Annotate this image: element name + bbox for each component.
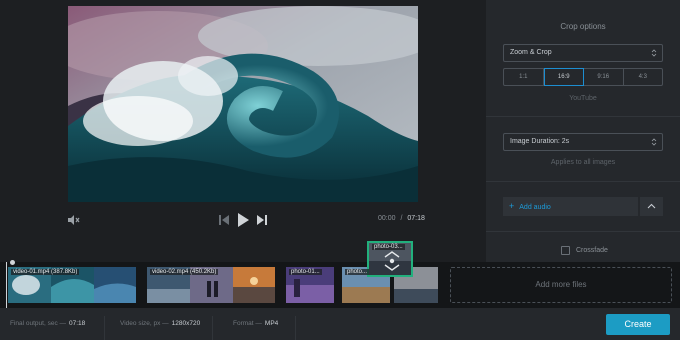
footer-bar: Final output, sec —07:18 Video size, px …: [0, 308, 680, 340]
ratio-4-3[interactable]: 4:3: [624, 69, 663, 85]
time-separator: /: [400, 215, 403, 222]
timeline-clip[interactable]: photo-01...: [286, 267, 334, 303]
video-size-stat: Video size, px —1280x720: [120, 320, 200, 327]
audio-row: + Add audio: [503, 197, 663, 216]
crop-options-panel: Crop options Zoom & Crop 1:1 16:9 9:16 4…: [486, 0, 680, 262]
timeline: video-01.mp4 (387.8Kb) video-02.mp4 (450…: [0, 260, 680, 308]
video-size-value: 1280x720: [171, 320, 201, 327]
ratio-9-16[interactable]: 9:16: [584, 69, 624, 85]
clip-label: photo...: [345, 269, 370, 275]
plus-icon: +: [509, 201, 515, 211]
image-duration-select[interactable]: Image Duration: 2s: [503, 133, 663, 151]
player-controls: 00:00 / 07:18: [0, 208, 486, 232]
panel-divider: [486, 116, 680, 117]
play-icon[interactable]: [236, 211, 250, 229]
add-audio-label: Add audio: [519, 204, 551, 211]
create-button[interactable]: Create: [606, 314, 670, 335]
timeline-clip[interactable]: video-02.mp4 (450.2Kb): [147, 267, 275, 303]
timeline-clip[interactable]: video-01.mp4 (387.8Kb): [8, 267, 136, 303]
format-label: Format —: [233, 320, 262, 327]
format-value: MP4: [264, 320, 279, 327]
final-output-stat: Final output, sec —07:18: [10, 320, 85, 327]
ratio-1-1[interactable]: 1:1: [504, 69, 544, 85]
image-duration-value: Image Duration: 2s: [510, 138, 570, 145]
clip-label: photo-01...: [289, 269, 322, 275]
dragged-clip[interactable]: photo-03...: [367, 241, 413, 277]
current-time: 00:00: [378, 215, 396, 222]
format-stat: Format — MP4: [233, 320, 278, 327]
audio-collapse-button[interactable]: [640, 197, 663, 216]
playhead-handle[interactable]: [10, 260, 15, 265]
preview-area: 00:00 / 07:18: [0, 0, 486, 262]
clip-label: video-01.mp4 (387.8Kb): [11, 269, 80, 275]
footer-divider: [104, 316, 105, 340]
playhead[interactable]: [6, 260, 15, 308]
select-caret-icon: [651, 49, 657, 57]
video-maker-app: 00:00 / 07:18 Crop options Zoom & Crop 1…: [0, 0, 680, 340]
crossfade-option[interactable]: Crossfade: [561, 245, 608, 255]
panel-divider: [486, 181, 680, 182]
aspect-ratio-group: 1:1 16:9 9:16 4:3: [503, 68, 663, 86]
video-size-label: Video size, px —: [120, 320, 169, 327]
panel-divider: [486, 231, 680, 232]
wave-preview-image: [68, 6, 418, 202]
final-output-label: Final output, sec —: [10, 320, 66, 327]
mute-icon[interactable]: [66, 213, 80, 227]
final-output-value: 07:18: [69, 320, 86, 327]
crop-mode-select[interactable]: Zoom & Crop: [503, 44, 663, 62]
ratio-16-9[interactable]: 16:9: [543, 68, 584, 86]
clip-label: video-02.mp4 (450.2Kb): [150, 269, 219, 275]
add-audio-button[interactable]: + Add audio: [503, 197, 638, 216]
next-icon[interactable]: [256, 213, 268, 227]
footer-divider: [295, 316, 296, 340]
panel-heading: Crop options: [560, 22, 606, 31]
crop-mode-value: Zoom & Crop: [510, 49, 552, 56]
previous-icon[interactable]: [218, 213, 230, 227]
crossfade-label: Crossfade: [576, 246, 608, 254]
crossfade-checkbox[interactable]: [561, 245, 570, 255]
chevron-up-icon: [647, 203, 656, 209]
duration-hint: Applies to all images: [550, 159, 616, 166]
video-preview: [68, 6, 418, 202]
dragged-clip-label: photo-03...: [372, 244, 405, 250]
select-caret-icon: [651, 138, 657, 146]
time-display: 00:00 / 07:18: [378, 215, 425, 222]
total-time: 07:18: [407, 215, 425, 222]
ratio-hint: YouTube: [569, 95, 597, 102]
footer-divider: [212, 316, 213, 340]
add-more-files-dropzone[interactable]: Add more files: [450, 267, 672, 303]
